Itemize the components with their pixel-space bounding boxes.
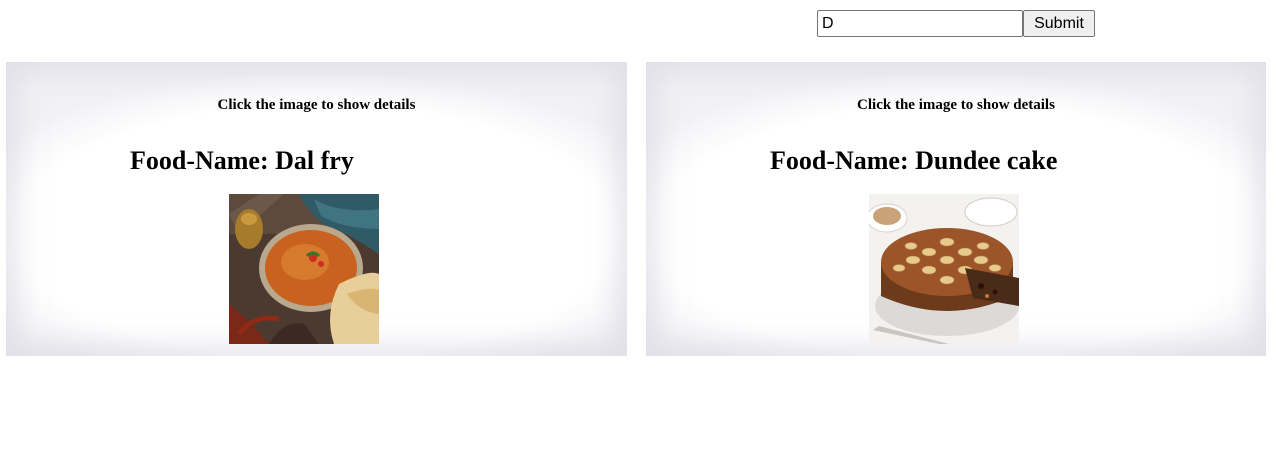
dal-fry-photo: [229, 194, 379, 344]
food-card: Click the image to show details Food-Nam…: [646, 62, 1266, 356]
food-image-dundee-cake[interactable]: [869, 194, 1019, 344]
card-hint: Click the image to show details: [857, 97, 1055, 113]
food-name-heading: Food-Name: Dal fry: [130, 146, 354, 175]
food-card: Click the image to show details Food-Nam…: [6, 62, 627, 356]
search-input[interactable]: [817, 10, 1023, 37]
dundee-cake-photo: [869, 194, 1019, 344]
search-bar: Submit: [817, 10, 1095, 37]
card-hint: Click the image to show details: [217, 97, 416, 113]
food-name-heading: Food-Name: Dundee cake: [770, 146, 1058, 175]
food-image-dal-fry[interactable]: [229, 194, 379, 344]
submit-button[interactable]: Submit: [1023, 10, 1095, 37]
